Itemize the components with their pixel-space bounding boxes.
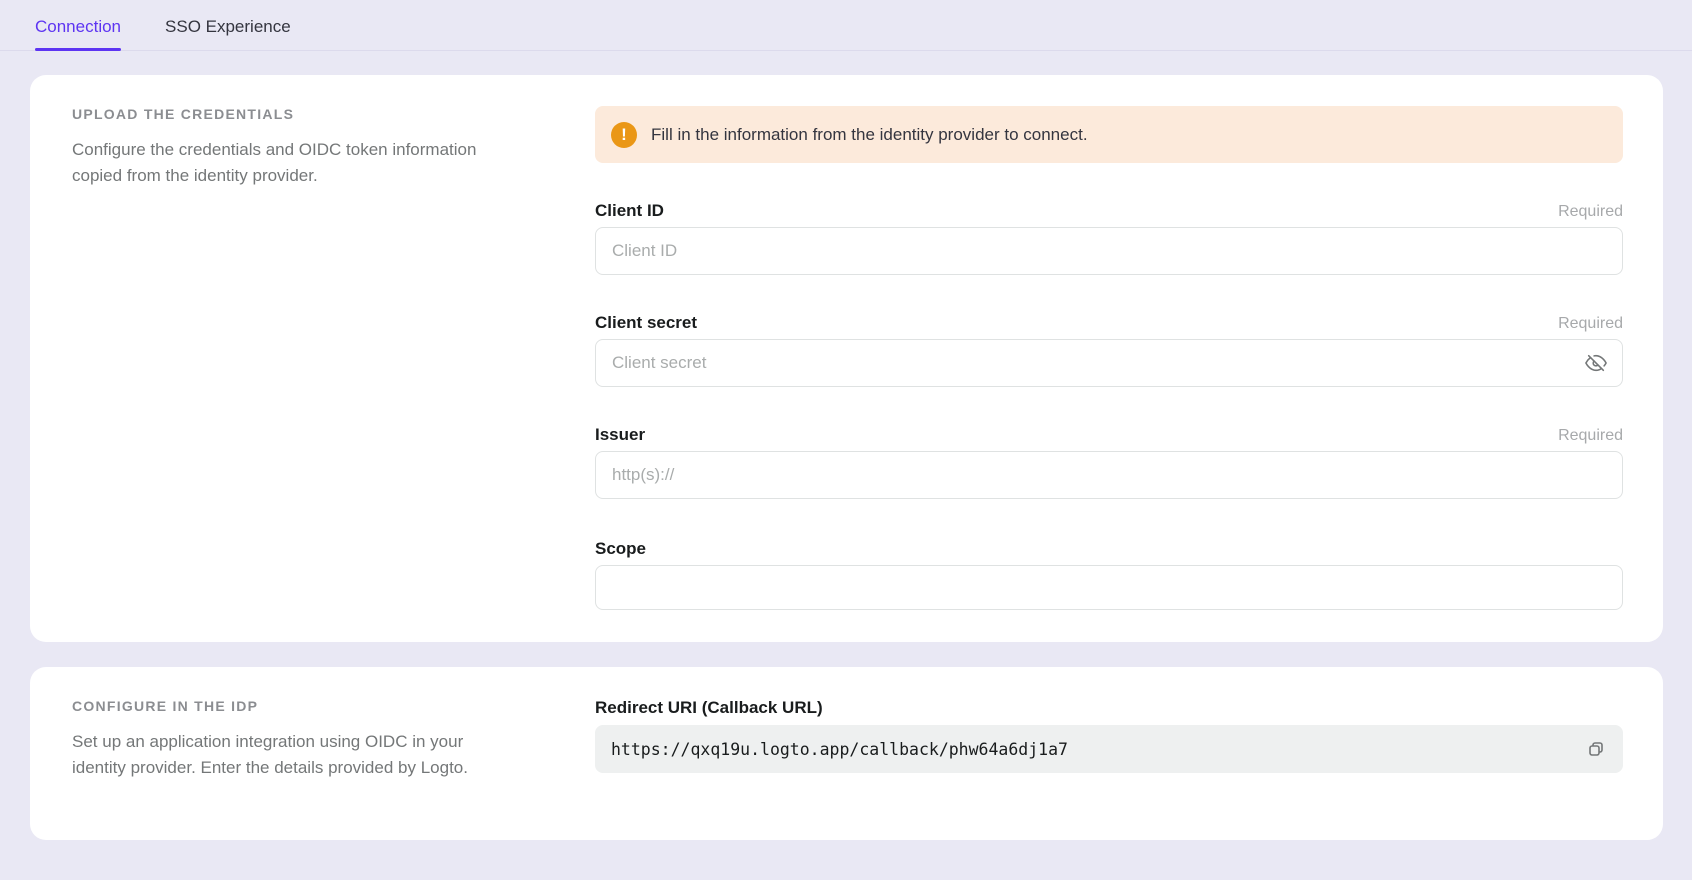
- client-id-input[interactable]: [595, 227, 1623, 275]
- issuer-label: Issuer: [595, 425, 645, 445]
- client-secret-field-group: Client secret Required: [595, 313, 1623, 387]
- client-id-label: Client ID: [595, 201, 664, 221]
- issuer-input[interactable]: [595, 451, 1623, 499]
- page-content: UPLOAD THE CREDENTIALS Configure the cre…: [0, 51, 1692, 840]
- exclamation-circle-icon: !: [611, 122, 637, 148]
- client-id-required-tag: Required: [1558, 203, 1623, 221]
- idp-form: Redirect URI (Callback URL) https://qxq1…: [595, 698, 1623, 808]
- client-id-field-group: Client ID Required: [595, 201, 1623, 275]
- scope-input[interactable]: [595, 565, 1623, 610]
- issuer-required-tag: Required: [1558, 427, 1623, 445]
- eye-off-icon: [1585, 352, 1607, 374]
- redirect-uri-value: https://qxq19u.logto.app/callback/phw64a…: [611, 740, 1579, 759]
- redirect-uri-field: https://qxq19u.logto.app/callback/phw64a…: [595, 725, 1623, 773]
- client-secret-input[interactable]: [595, 339, 1623, 387]
- credentials-section-description: Configure the credentials and OIDC token…: [72, 137, 507, 189]
- alert-text: Fill in the information from the identit…: [651, 125, 1088, 145]
- scope-label: Scope: [595, 539, 646, 559]
- copy-redirect-uri-button[interactable]: [1579, 732, 1613, 766]
- client-secret-required-tag: Required: [1558, 315, 1623, 333]
- idp-aside: CONFIGURE IN THE IDP Set up an applicati…: [72, 698, 595, 808]
- tab-bar: Connection SSO Experience: [0, 0, 1692, 51]
- redirect-uri-label: Redirect URI (Callback URL): [595, 698, 1623, 718]
- alert-banner: ! Fill in the information from the ident…: [595, 106, 1623, 163]
- issuer-field-group: Issuer Required: [595, 425, 1623, 499]
- credentials-card: UPLOAD THE CREDENTIALS Configure the cre…: [30, 75, 1663, 642]
- idp-section-heading: CONFIGURE IN THE IDP: [72, 698, 507, 714]
- tab-sso-experience[interactable]: SSO Experience: [165, 17, 291, 50]
- credentials-aside: UPLOAD THE CREDENTIALS Configure the cre…: [72, 106, 595, 610]
- copy-icon: [1586, 739, 1606, 759]
- tab-connection[interactable]: Connection: [35, 17, 121, 50]
- idp-section-description: Set up an application integration using …: [72, 729, 507, 781]
- credentials-form: ! Fill in the information from the ident…: [595, 106, 1623, 610]
- credentials-section-heading: UPLOAD THE CREDENTIALS: [72, 106, 507, 122]
- scope-field-group: Scope: [595, 539, 1623, 610]
- toggle-secret-visibility-button[interactable]: [1582, 349, 1610, 377]
- client-secret-label: Client secret: [595, 313, 697, 333]
- idp-card: CONFIGURE IN THE IDP Set up an applicati…: [30, 667, 1663, 840]
